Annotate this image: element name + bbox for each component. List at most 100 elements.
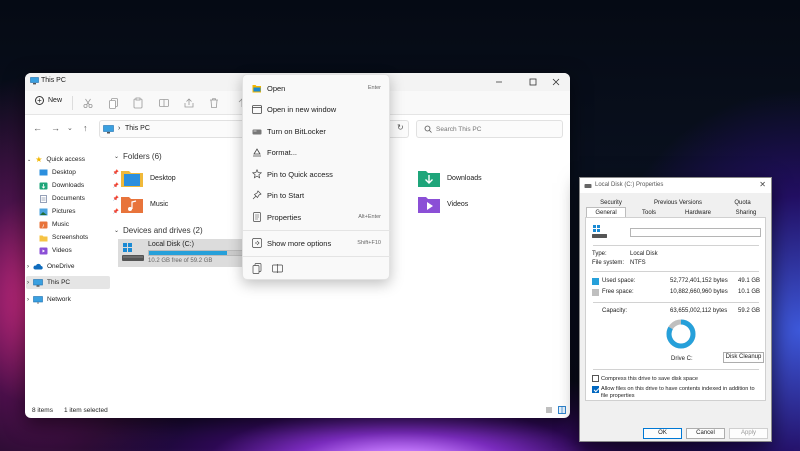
new-button[interactable]: + New — [35, 96, 62, 105]
capacity-bytes: 63,655,002,112 bytes — [670, 308, 728, 314]
drive-local-disk-c[interactable]: Local Disk (C:) 10.2 GB free of 59.2 GB — [118, 239, 248, 267]
menu-item-pin-to-start[interactable]: Pin to Start — [247, 186, 387, 204]
star-icon: ★ — [35, 155, 43, 164]
new-window-icon — [247, 104, 267, 114]
section-title: Folders (6) — [123, 152, 162, 161]
disk-cleanup-button[interactable]: Disk Cleanup — [723, 352, 764, 363]
window-title: This PC — [41, 77, 66, 84]
drive-label: Local Disk (C:) — [148, 241, 194, 248]
chevron-right-icon: › — [27, 296, 29, 303]
sidebar-item-label: Screenshots — [52, 234, 89, 241]
refresh-icon[interactable]: ↻ — [397, 123, 404, 132]
search-field[interactable] — [416, 120, 563, 138]
compress-checkbox[interactable] — [592, 375, 599, 382]
drive-caption: Drive C: — [671, 356, 693, 362]
cancel-button[interactable]: Cancel — [686, 428, 725, 439]
pin-icon — [247, 190, 267, 200]
menu-item-label: Open — [267, 83, 286, 93]
tiles-view-icon[interactable] — [558, 406, 566, 414]
used-space-bytes: 52,772,401,152 bytes — [670, 278, 728, 284]
folders-section-header[interactable]: ⌄ Folders (6) — [114, 152, 162, 161]
menu-item-turn-on-bitlocker[interactable]: Turn on BitLocker — [247, 122, 387, 140]
menu-item-open-new-window[interactable]: Open in new window — [247, 100, 387, 118]
onedrive-cloud-icon — [33, 263, 43, 270]
divider — [593, 369, 759, 370]
chevron-right-icon: › — [27, 279, 29, 286]
rename-icon[interactable] — [158, 97, 170, 109]
type-label: Type: — [592, 251, 607, 257]
recent-chevron-icon[interactable]: ⌄ — [67, 124, 73, 132]
menu-item-label: Pin to Quick access — [267, 169, 333, 179]
menu-divider — [243, 256, 391, 257]
sidebar-item-label: Pictures — [52, 208, 76, 215]
this-pc-icon — [103, 125, 114, 134]
drive-usage-fill — [149, 251, 228, 255]
up-arrow-icon[interactable]: ↑ — [83, 123, 88, 133]
context-menu: Open Enter Open in new window Turn on Bi… — [242, 74, 391, 280]
network-icon — [33, 295, 43, 304]
share-icon[interactable] — [183, 97, 195, 109]
disk-usage-donut — [666, 319, 696, 349]
free-space-gb: 10.1 GB — [738, 289, 761, 295]
sidebar-item-quick-access[interactable]: ⌄ ★ Quick access — [27, 153, 111, 166]
tab-general[interactable]: General — [586, 207, 626, 217]
compress-label: Compress this drive to save disk space — [601, 376, 698, 382]
delete-icon[interactable] — [208, 97, 220, 109]
folder-desktop[interactable]: Desktop — [120, 168, 176, 188]
desktop-folder-icon — [39, 169, 48, 175]
apply-button[interactable]: Apply — [729, 428, 768, 439]
sidebar-item-onedrive[interactable]: › OneDrive — [27, 260, 111, 273]
rename-icon[interactable] — [272, 263, 283, 274]
breadcrumb-chevron-icon: › — [118, 125, 121, 132]
copy-icon[interactable] — [252, 263, 262, 274]
used-space-label: Used space: — [602, 278, 636, 284]
forward-arrow-icon[interactable]: → — [51, 123, 60, 133]
tab-previous-versions[interactable]: Previous Versions — [638, 198, 718, 208]
back-arrow-icon[interactable]: ← — [33, 123, 42, 133]
menu-item-label: Pin to Start — [267, 190, 305, 200]
folder-downloads[interactable]: Downloads — [417, 168, 482, 188]
menu-item-format[interactable]: Format... — [247, 143, 387, 161]
close-button[interactable] — [541, 73, 570, 91]
cut-icon[interactable] — [82, 97, 94, 109]
dialog-title: Local Disk (C:) Properties — [595, 182, 664, 188]
chevron-down-icon: ⌄ — [114, 228, 120, 234]
sidebar-item-label: Desktop — [52, 169, 76, 176]
folder-music[interactable]: Music — [120, 194, 168, 214]
sidebar-item-this-pc[interactable]: › This PC — [26, 276, 110, 289]
menu-item-label: Format... — [267, 147, 298, 157]
dialog-title-bar[interactable]: Local Disk (C:) Properties ✕ — [580, 178, 771, 193]
close-icon[interactable]: ✕ — [759, 180, 766, 189]
search-input[interactable] — [436, 123, 556, 135]
menu-item-shortcut: Alt+Enter — [358, 214, 381, 220]
format-icon — [247, 147, 267, 157]
menu-item-properties[interactable]: Properties Alt+Enter — [247, 208, 387, 226]
bitlocker-icon — [247, 127, 267, 136]
ok-button[interactable]: OK — [643, 428, 682, 439]
menu-item-show-more-options[interactable]: Show more options Shift+F10 — [247, 234, 387, 252]
menu-item-pin-quick-access[interactable]: Pin to Quick access — [247, 165, 387, 183]
sidebar-item-label: Downloads — [52, 182, 85, 189]
drive-free-text: 10.2 GB free of 59.2 GB — [148, 258, 213, 264]
breadcrumb: This PC — [125, 125, 150, 132]
index-checkbox[interactable] — [592, 386, 599, 393]
copy-icon[interactable] — [108, 97, 120, 109]
drives-section-header[interactable]: ⌄ Devices and drives (2) — [114, 226, 203, 235]
music-folder-icon — [121, 197, 143, 213]
chevron-right-icon: › — [27, 263, 29, 270]
menu-item-shortcut: Shift+F10 — [357, 240, 381, 246]
menu-item-open[interactable]: Open Enter — [247, 79, 387, 97]
drive-name-input[interactable] — [630, 228, 761, 237]
sidebar-item-label: Quick access — [46, 156, 86, 163]
tab-quota[interactable]: Quota — [720, 198, 765, 208]
sidebar-item-network[interactable]: › Network — [27, 293, 111, 306]
divider — [593, 271, 759, 272]
sidebar-item-label: Videos — [52, 247, 72, 254]
paste-icon[interactable] — [132, 97, 144, 109]
sidebar-item-label: This PC — [47, 279, 71, 286]
menu-item-label: Turn on BitLocker — [267, 126, 326, 136]
navigation-pane: ⌄ ★ Quick access Desktop 📌 Downloads 📌 D… — [25, 142, 119, 404]
folder-videos[interactable]: Videos — [417, 194, 468, 214]
minimize-button[interactable] — [482, 73, 516, 91]
details-view-icon[interactable] — [545, 406, 553, 414]
